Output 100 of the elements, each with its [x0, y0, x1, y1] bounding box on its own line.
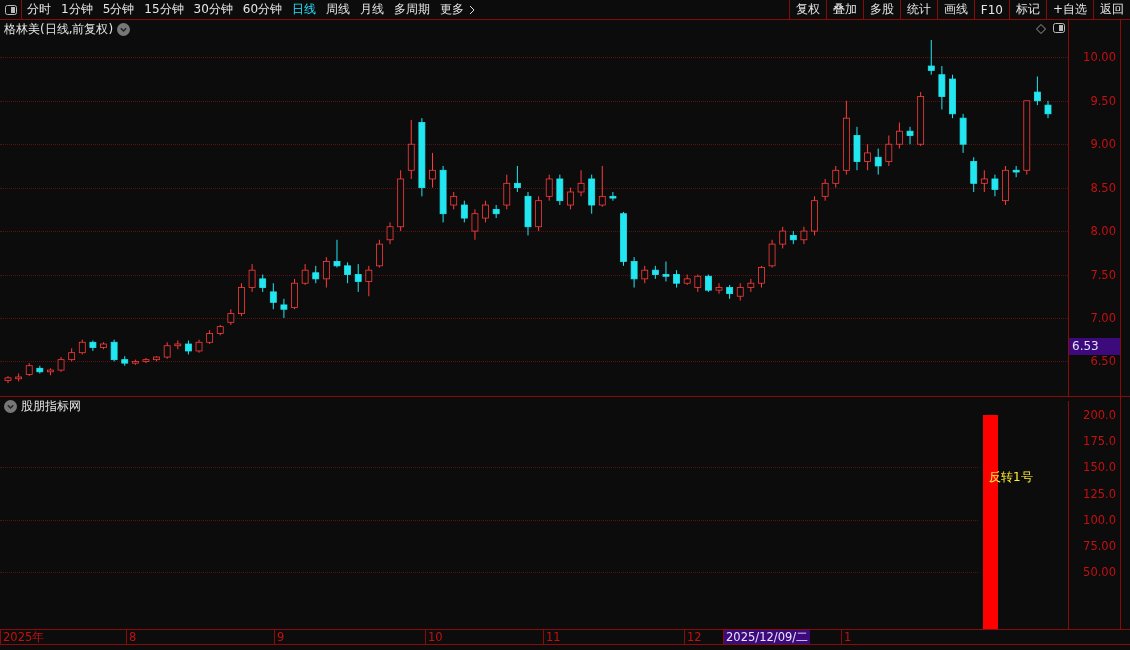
period-tab[interactable]: 5分钟	[97, 1, 140, 18]
candle	[429, 152, 436, 189]
candle	[970, 156, 978, 193]
period-tab[interactable]: 日线	[287, 1, 322, 18]
candle	[736, 282, 744, 302]
candle	[779, 226, 787, 249]
period-tab[interactable]: 月线	[355, 1, 390, 18]
period-tab[interactable]: 1分钟	[56, 1, 98, 18]
candle	[142, 357, 150, 364]
date-label: 1	[841, 630, 854, 644]
candle	[100, 341, 107, 350]
candle	[57, 356, 65, 373]
period-tab[interactable]: 分时	[22, 1, 56, 18]
axis-label: 7.50	[1090, 267, 1116, 282]
candle	[333, 239, 341, 269]
candle	[291, 278, 298, 310]
candle	[15, 373, 22, 382]
chevron-right-icon[interactable]	[469, 4, 476, 15]
period-tab[interactable]: 30分钟	[188, 1, 238, 18]
candle	[195, 339, 203, 354]
candle	[1012, 165, 1020, 178]
candle	[524, 191, 532, 236]
candle	[800, 226, 808, 245]
candle	[174, 340, 182, 350]
dropdown-icon[interactable]	[4, 400, 17, 413]
axis-label: 75.00	[1083, 539, 1116, 553]
period-tab[interactable]: 15分钟	[139, 1, 189, 18]
candle	[376, 239, 383, 269]
candle	[354, 263, 362, 293]
candle	[832, 165, 840, 189]
candle	[917, 91, 925, 147]
candle	[450, 191, 458, 210]
candle	[949, 74, 956, 119]
candle	[460, 200, 468, 223]
candle	[683, 274, 691, 286]
toolbar-button[interactable]: 返回	[1093, 0, 1130, 20]
axis-label: 8.00	[1090, 224, 1116, 239]
candle	[906, 126, 914, 145]
candle	[768, 239, 776, 269]
axis-label: 125.0	[1083, 486, 1116, 501]
diamond-icon[interactable]	[1036, 24, 1046, 34]
candle	[535, 195, 542, 232]
candle	[503, 174, 511, 210]
candle	[726, 284, 734, 300]
toolbar-button[interactable]: 画线	[936, 0, 974, 20]
candle	[482, 200, 489, 223]
toolbar-button[interactable]: 多股	[862, 0, 900, 20]
candle	[821, 178, 829, 202]
candle	[312, 265, 320, 284]
toolbar-button[interactable]: 叠加	[825, 0, 863, 20]
toolbar-button[interactable]: F10	[973, 0, 1009, 20]
candle	[301, 263, 309, 286]
dropdown-icon[interactable]	[117, 23, 131, 36]
current-price-label: 6.53	[1069, 338, 1120, 355]
axis-label: 9.50	[1090, 93, 1116, 108]
period-tab[interactable]: 多周期	[389, 1, 436, 18]
candle	[694, 274, 702, 293]
candle	[259, 274, 267, 293]
candle	[386, 221, 394, 245]
axis-label: 7.00	[1090, 310, 1116, 325]
toolbar-button[interactable]: 统计	[899, 0, 937, 20]
candle	[78, 339, 86, 355]
candle	[885, 135, 893, 167]
candle	[344, 261, 351, 284]
candle	[609, 191, 617, 202]
candle	[206, 329, 214, 345]
period-tab[interactable]: 更多	[435, 1, 470, 18]
candle	[227, 308, 235, 326]
candle	[397, 169, 405, 232]
candle	[471, 208, 479, 241]
toolbar-button[interactable]: +自选	[1045, 0, 1093, 20]
date-label: 2025/12/09/二	[723, 630, 811, 644]
date-label: 2025年	[0, 630, 47, 644]
candle	[620, 211, 627, 267]
toolbar-button[interactable]: 标记	[1008, 0, 1046, 20]
candle	[163, 341, 171, 360]
candle	[280, 298, 288, 319]
panel-toggle-icon[interactable]	[4, 4, 17, 15]
period-tab[interactable]: 60分钟	[237, 1, 288, 18]
panel-toggle-icon[interactable]	[1053, 23, 1065, 33]
candle	[747, 278, 755, 293]
candle	[110, 339, 118, 362]
candle	[705, 274, 712, 293]
toolbar-button[interactable]: 复权	[788, 0, 826, 20]
period-tab[interactable]: 周线	[321, 1, 356, 18]
candle	[25, 362, 33, 377]
candle	[896, 122, 903, 150]
candle	[238, 282, 245, 317]
candle	[577, 169, 585, 197]
candle	[514, 165, 521, 193]
candle	[68, 347, 76, 362]
candle	[641, 265, 649, 284]
candle	[248, 263, 256, 293]
axis-label: 100.0	[1083, 512, 1116, 527]
indicator-title: 股朋指标网	[21, 398, 81, 415]
candle	[216, 324, 224, 336]
candle	[588, 174, 596, 215]
date-label: 12	[684, 630, 704, 644]
candle	[121, 355, 129, 367]
date-label: 9	[274, 630, 287, 644]
